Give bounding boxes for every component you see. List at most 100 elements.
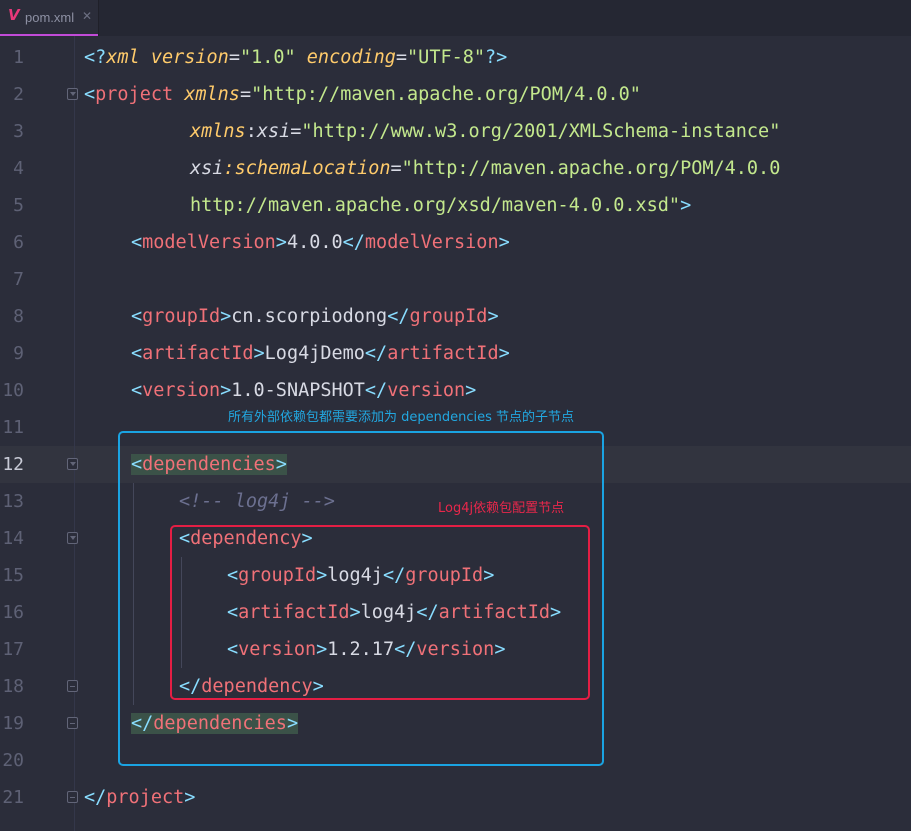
tag-name: artifactId xyxy=(142,343,254,364)
line-number: 18 xyxy=(2,676,24,697)
fold-end-icon[interactable] xyxy=(67,791,78,803)
code-line-8[interactable]: <groupId>cn.scorpiodong</groupId> xyxy=(131,298,499,335)
code-line-1[interactable]: <?xml version="1.0" encoding="UTF-8"?> xyxy=(84,39,507,76)
tag-name: modelVersion xyxy=(364,232,499,253)
bracket: < xyxy=(84,84,96,105)
xml-keyword: xml xyxy=(106,47,140,68)
fold-toggle-icon[interactable] xyxy=(67,532,78,544)
tab-pom-xml[interactable]: V pom.xml ✕ xyxy=(0,0,99,36)
code-line-3[interactable]: xmlns:xsi="http://www.w3.org/2001/XMLSch… xyxy=(190,113,780,150)
tag-text: Log4jDemo xyxy=(264,343,365,364)
attr-local: xsi xyxy=(256,121,291,142)
tag-name: groupId xyxy=(142,306,221,327)
tag-name: groupId xyxy=(409,306,488,327)
line-number: 8 xyxy=(13,306,24,327)
tag-text: 4.0.0 xyxy=(286,232,343,253)
line-number: 14 xyxy=(2,528,24,549)
active-tab-indicator xyxy=(0,34,98,36)
fold-end-icon[interactable] xyxy=(67,717,78,729)
attr-value: "1.0" xyxy=(239,47,296,68)
bracket: < xyxy=(131,306,143,327)
pi-open: <? xyxy=(84,47,107,68)
bracket: </ xyxy=(342,232,365,253)
line-number: 20 xyxy=(2,750,24,771)
gutter-separator xyxy=(74,36,75,831)
fold-toggle-icon[interactable] xyxy=(67,458,78,470)
line-number: 11 xyxy=(2,417,24,438)
line-number: 2 xyxy=(13,84,24,105)
equals: = xyxy=(290,121,302,142)
dependencies-annotation-note: 所有外部依赖包都需要添加为 dependencies 节点的子节点 xyxy=(228,410,575,425)
code-line-6[interactable]: <modelVersion>4.0.0</modelVersion> xyxy=(131,224,510,261)
equals: = xyxy=(395,47,408,68)
tag-name: artifactId xyxy=(387,343,499,364)
line-number: 1 xyxy=(13,47,24,68)
close-icon[interactable]: ✕ xyxy=(82,9,92,23)
line-number: 21 xyxy=(2,787,24,808)
code-line-9[interactable]: <artifactId>Log4jDemo</artifactId> xyxy=(131,335,510,372)
attr-value: "http://maven.apache.org/POM/4.0.0" xyxy=(251,84,641,105)
bracket: </ xyxy=(387,306,410,327)
pi-close: ?> xyxy=(485,47,508,68)
bracket: </ xyxy=(364,380,388,401)
line-number: 9 xyxy=(13,343,24,364)
line-number: 17 xyxy=(2,639,24,660)
attr-value: "http://www.w3.org/2001/XMLSchema-instan… xyxy=(301,121,781,142)
line-number: 13 xyxy=(2,491,24,512)
bracket: </ xyxy=(84,787,107,808)
line-number: 19 xyxy=(2,713,24,734)
line-number: 7 xyxy=(13,269,24,290)
attr-value: http://maven.apache.org/xsd/maven-4.0.0.… xyxy=(190,195,681,216)
fold-end-icon[interactable] xyxy=(67,680,78,692)
bracket: > xyxy=(465,380,477,401)
equals: = xyxy=(390,158,402,179)
vue-file-icon: V xyxy=(8,6,20,24)
bracket: > xyxy=(275,232,287,253)
bracket: < xyxy=(131,380,143,401)
bracket: < xyxy=(131,343,143,364)
attr-namespace: xmlns xyxy=(190,121,246,142)
colon: : xyxy=(245,121,257,142)
attr-local: schemaLocation xyxy=(234,158,391,179)
fold-toggle-icon[interactable] xyxy=(67,88,78,100)
bracket: < xyxy=(131,232,143,253)
equals: = xyxy=(228,47,240,68)
equals: = xyxy=(239,84,252,105)
line-number: 6 xyxy=(13,232,24,253)
bracket: </ xyxy=(364,343,388,364)
bracket: > xyxy=(220,306,232,327)
line-number: 16 xyxy=(2,602,24,623)
line-number: 10 xyxy=(2,380,24,401)
bracket: > xyxy=(220,380,232,401)
code-line-2[interactable]: <project xmlns="http://maven.apache.org/… xyxy=(84,76,641,113)
colon: : xyxy=(223,158,235,179)
tag-name: project xyxy=(106,787,185,808)
line-number: 5 xyxy=(13,195,24,216)
tag-name: version xyxy=(142,380,221,401)
tag-text: cn.scorpiodong xyxy=(231,306,388,327)
attr-xmlns: xmlns xyxy=(184,84,240,105)
tag-name: modelVersion xyxy=(142,232,276,253)
tag-name: project xyxy=(95,84,174,105)
attr-value: "UTF-8" xyxy=(407,47,486,68)
tab-title: pom.xml xyxy=(25,10,75,25)
attr-encoding: encoding xyxy=(306,47,396,68)
bracket: > xyxy=(487,306,499,327)
bracket: > xyxy=(498,343,510,364)
code-line-4[interactable]: xsi:schemaLocation="http://maven.apache.… xyxy=(190,150,780,187)
bracket: > xyxy=(253,343,265,364)
editor-tab-bar: V pom.xml ✕ xyxy=(0,0,911,36)
tag-text: 1.0-SNAPSHOT xyxy=(231,380,365,401)
code-line-21[interactable]: </project> xyxy=(84,779,195,816)
attr-value: "http://maven.apache.org/POM/4.0.0 xyxy=(401,158,781,179)
bracket: > xyxy=(184,787,196,808)
line-number: 15 xyxy=(2,565,24,586)
line-number-active: 12 xyxy=(2,454,24,475)
code-line-5[interactable]: http://maven.apache.org/xsd/maven-4.0.0.… xyxy=(190,187,691,224)
attr-version: version xyxy=(150,47,229,68)
code-line-10[interactable]: <version>1.0-SNAPSHOT</version> xyxy=(131,372,476,409)
attr-namespace: xsi xyxy=(190,158,224,179)
line-number: 3 xyxy=(13,121,24,142)
bracket: > xyxy=(498,232,510,253)
tag-name: version xyxy=(387,380,466,401)
